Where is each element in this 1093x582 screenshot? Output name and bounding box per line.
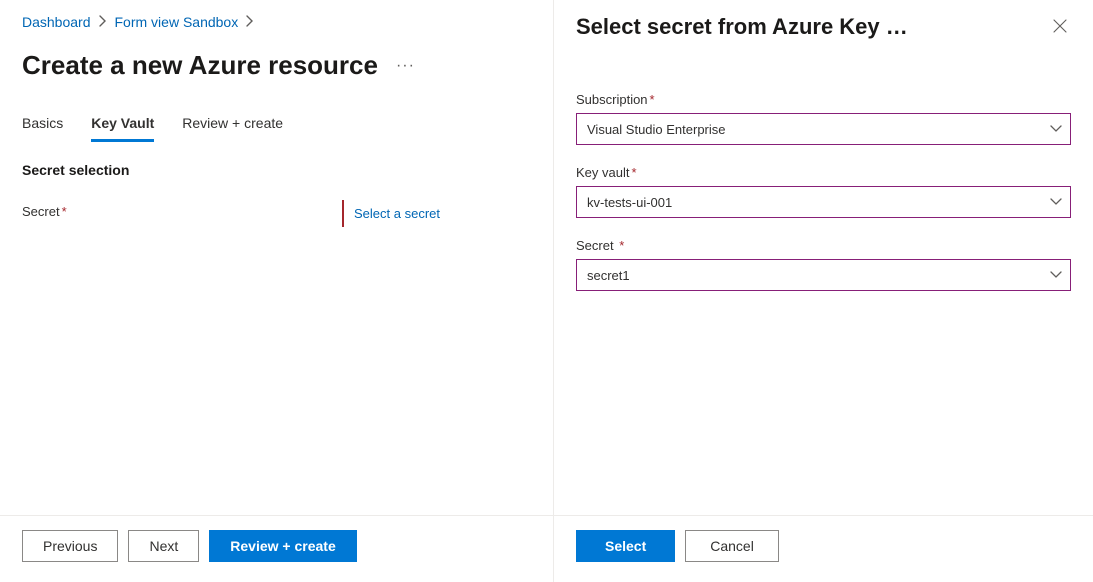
main-pane: Dashboard Form view Sandbox Create a new… xyxy=(0,0,553,582)
panel-footer: Select Cancel xyxy=(554,515,1093,582)
close-icon xyxy=(1053,17,1067,37)
page-title: Create a new Azure resource xyxy=(22,50,378,81)
breadcrumb-item-form-view-sandbox[interactable]: Form view Sandbox xyxy=(115,14,239,30)
required-indicator: * xyxy=(62,204,67,219)
dropdown-value: secret1 xyxy=(587,268,630,283)
breadcrumb-item-dashboard[interactable]: Dashboard xyxy=(22,14,91,30)
next-button[interactable]: Next xyxy=(128,530,199,562)
field-label-secret: Secret* xyxy=(22,200,342,219)
section-heading-secret-selection: Secret selection xyxy=(22,162,531,178)
form-field-keyvault: Key vault* kv-tests-ui-001 xyxy=(576,165,1071,218)
panel-title: Select secret from Azure Key … xyxy=(576,14,908,40)
chevron-down-icon xyxy=(1050,271,1062,279)
panel-header: Select secret from Azure Key … xyxy=(554,0,1093,40)
secret-dropdown[interactable]: secret1 xyxy=(576,259,1071,291)
main-content: Dashboard Form view Sandbox Create a new… xyxy=(0,0,553,515)
field-label-text: Secret xyxy=(22,204,60,219)
label-subscription: Subscription* xyxy=(576,92,1071,107)
tab-review-create[interactable]: Review + create xyxy=(182,115,283,142)
side-panel: Select secret from Azure Key … Subscript… xyxy=(554,0,1093,582)
label-secret: Secret * xyxy=(576,238,1071,253)
review-create-button[interactable]: Review + create xyxy=(209,530,356,562)
main-footer: Previous Next Review + create xyxy=(0,515,553,582)
label-text: Secret xyxy=(576,238,614,253)
subscription-dropdown[interactable]: Visual Studio Enterprise xyxy=(576,113,1071,145)
label-text: Subscription xyxy=(576,92,648,107)
required-indicator: * xyxy=(619,238,624,253)
dropdown-value: Visual Studio Enterprise xyxy=(587,122,726,137)
breadcrumb: Dashboard Form view Sandbox xyxy=(22,14,531,30)
more-actions-button[interactable]: ··· xyxy=(390,53,421,79)
select-secret-container: Select a secret xyxy=(342,200,440,227)
tab-key-vault[interactable]: Key Vault xyxy=(91,115,154,142)
chevron-right-icon xyxy=(99,15,107,30)
required-indicator: * xyxy=(631,165,636,180)
dropdown-value: kv-tests-ui-001 xyxy=(587,195,672,210)
chevron-right-icon xyxy=(246,15,254,30)
keyvault-dropdown[interactable]: kv-tests-ui-001 xyxy=(576,186,1071,218)
field-row-secret: Secret* Select a secret xyxy=(22,200,531,227)
chevron-down-icon xyxy=(1050,125,1062,133)
select-button[interactable]: Select xyxy=(576,530,675,562)
panel-body: Subscription* Visual Studio Enterprise K… xyxy=(554,40,1093,515)
cancel-button[interactable]: Cancel xyxy=(685,530,779,562)
previous-button[interactable]: Previous xyxy=(22,530,118,562)
label-text: Key vault xyxy=(576,165,629,180)
tab-basics[interactable]: Basics xyxy=(22,115,63,142)
chevron-down-icon xyxy=(1050,198,1062,206)
title-row: Create a new Azure resource ··· xyxy=(22,50,531,81)
form-field-subscription: Subscription* Visual Studio Enterprise xyxy=(576,92,1071,145)
select-secret-link[interactable]: Select a secret xyxy=(354,206,440,221)
close-button[interactable] xyxy=(1049,14,1071,40)
form-field-secret: Secret * secret1 xyxy=(576,238,1071,291)
required-indicator: * xyxy=(650,92,655,107)
label-keyvault: Key vault* xyxy=(576,165,1071,180)
tabs: Basics Key Vault Review + create xyxy=(22,115,531,142)
